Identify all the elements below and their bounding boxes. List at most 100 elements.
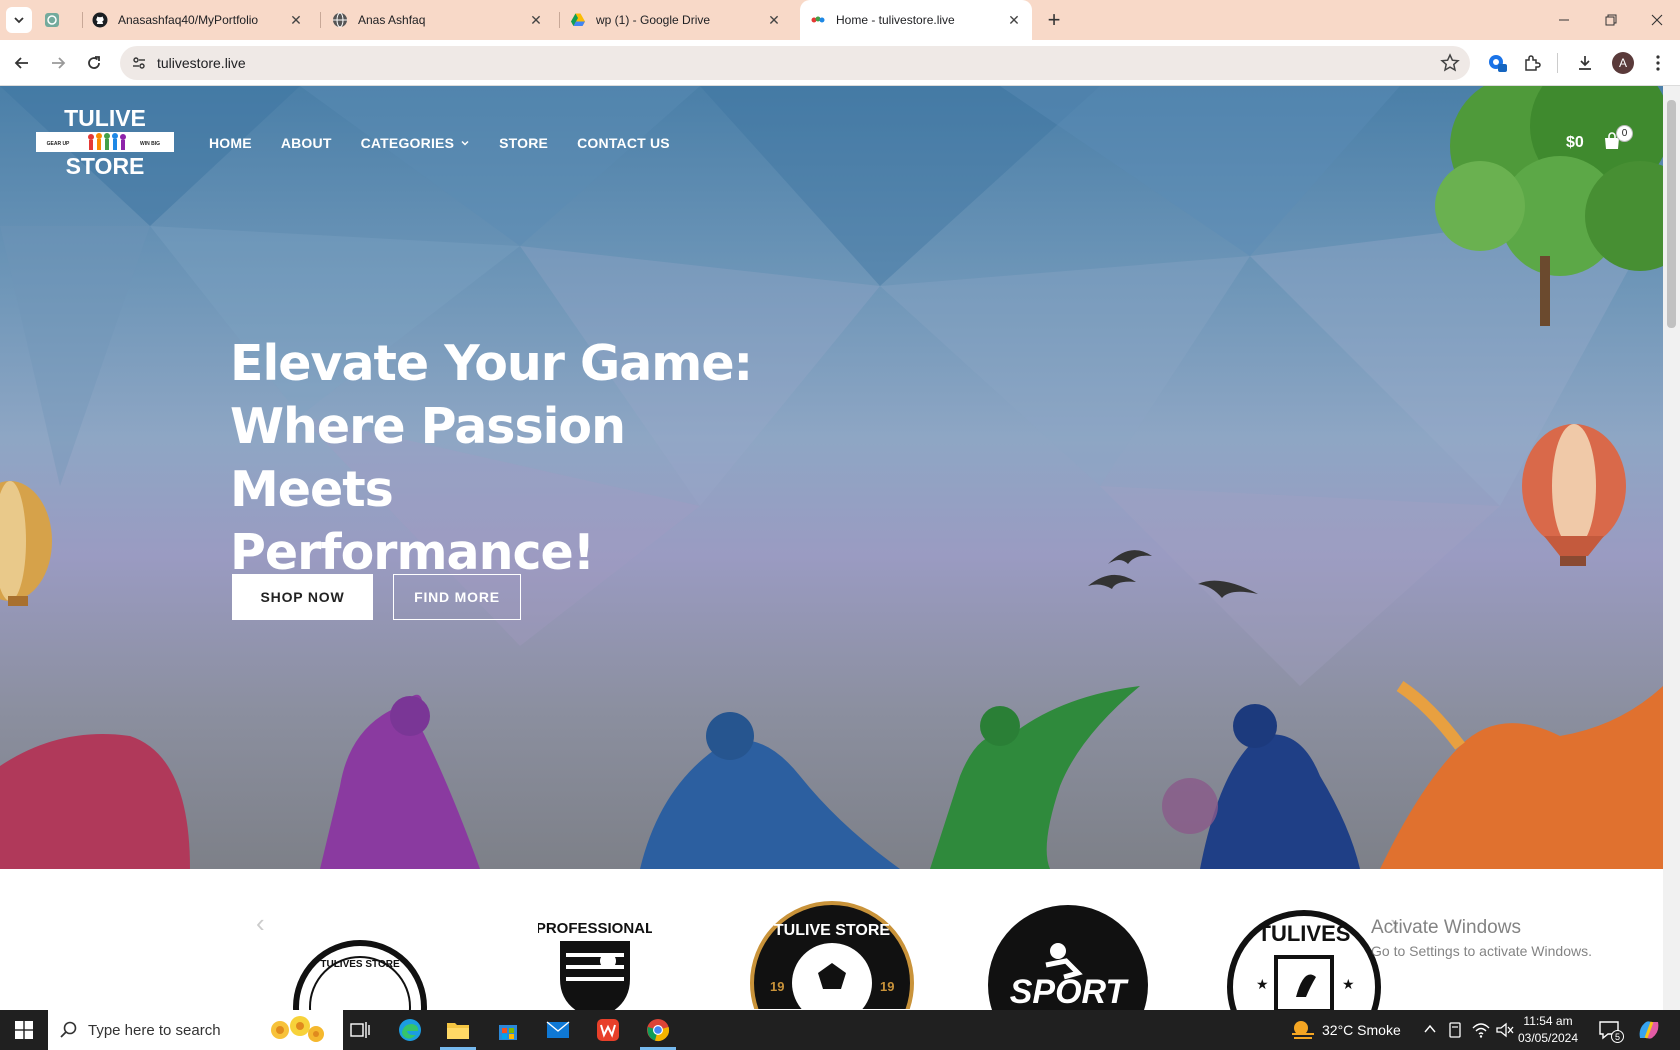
forward-button[interactable] — [44, 49, 72, 77]
copilot-taskbar-icon[interactable] — [1636, 1018, 1662, 1042]
nav-categories[interactable]: CATEGORIES — [361, 135, 471, 151]
find-more-button[interactable]: FIND MORE — [393, 574, 521, 620]
address-bar[interactable]: tulivestore.live — [120, 46, 1470, 80]
windows-logo-icon — [15, 1021, 33, 1039]
shop-now-button[interactable]: SHOP NOW — [232, 574, 373, 620]
taskbar-edge[interactable] — [386, 1010, 434, 1050]
clock-time: 11:54 am — [1523, 1014, 1573, 1028]
puzzle-icon — [1525, 55, 1541, 71]
logo-tag-right: WIN BIG — [140, 141, 160, 147]
extensions-button[interactable] — [1518, 49, 1546, 77]
taskbar-mail[interactable] — [534, 1010, 582, 1050]
close-tab-icon[interactable]: ✕ — [1006, 12, 1022, 28]
back-button[interactable] — [8, 49, 36, 77]
taskbar-search-box[interactable]: Type here to search — [48, 1010, 343, 1050]
new-tab-button[interactable]: + — [1042, 7, 1066, 32]
task-view-button[interactable] — [336, 1010, 384, 1050]
brand-logo-tulives-store[interactable]: TULIVES STORE — [292, 939, 428, 1010]
reload-button[interactable] — [80, 49, 108, 77]
cart-count-badge: 0 — [1616, 125, 1633, 142]
taskbar-chrome[interactable] — [634, 1010, 682, 1050]
logo-tag-left: GEAR UP — [47, 141, 70, 147]
tab-tulivestore[interactable]: Home - tulivestore.live ✕ — [800, 0, 1032, 40]
nav-home-label: HOME — [209, 135, 252, 151]
minimize-button[interactable] — [1541, 0, 1587, 40]
reload-icon — [88, 56, 100, 69]
close-tab-icon[interactable]: ✕ — [288, 12, 304, 28]
nav-contact-label: CONTACT US — [577, 135, 670, 151]
wps-office-icon — [597, 1019, 619, 1041]
browser-toolbar: tulivestore.live A — [0, 40, 1680, 86]
copilot-extension-button[interactable] — [1484, 49, 1512, 77]
close-window-button[interactable] — [1634, 0, 1680, 40]
tune-icon — [133, 57, 145, 69]
menu-button[interactable] — [1644, 49, 1672, 77]
tab-google-drive[interactable]: wp (1) - Google Drive ✕ — [570, 0, 792, 40]
store-bag-icon — [499, 1025, 517, 1040]
task-view-icon — [350, 1022, 370, 1038]
taskbar-store[interactable] — [484, 1010, 532, 1050]
browser-tab-strip: Anasashfaq40/MyPortfolio ✕ Anas Ashfaq ✕… — [0, 0, 1680, 40]
github-icon — [92, 12, 108, 28]
brand-logo-professional[interactable]: PROFESSIONAL — [538, 909, 652, 1010]
tab-title: Anasashfaq40/MyPortfolio — [118, 13, 259, 27]
downloads-button[interactable] — [1571, 49, 1599, 77]
tab-search-button[interactable] — [6, 7, 32, 33]
hero-title-line1: Elevate Your Game: — [230, 335, 753, 392]
restore-button[interactable] — [1588, 0, 1634, 40]
notification-center-button[interactable]: 5 — [1598, 1020, 1624, 1045]
activate-windows-title: Activate Windows — [1371, 917, 1521, 938]
restore-icon — [1605, 14, 1617, 26]
copilot-icon — [1489, 55, 1507, 72]
tab-github[interactable]: Anasashfaq40/MyPortfolio ✕ — [92, 0, 314, 40]
star-icon: ★ — [1256, 976, 1269, 992]
brand-logo-sport[interactable]: SPORT — [988, 905, 1148, 1010]
chevron-down-icon — [14, 17, 24, 24]
weather-text[interactable]: 32°C Smoke — [1322, 1022, 1401, 1038]
logo-text-top: TULIVE — [64, 105, 146, 131]
chevron-up-icon[interactable] — [1424, 1024, 1436, 1034]
cart-total[interactable]: $0 — [1566, 134, 1584, 152]
taskbar-file-explorer[interactable] — [434, 1010, 482, 1050]
nav-home[interactable]: HOME — [209, 135, 252, 151]
nav-store[interactable]: STORE — [499, 135, 548, 151]
tab-title: wp (1) - Google Drive — [596, 13, 711, 27]
download-icon — [1579, 56, 1591, 70]
arrow-right-icon — [52, 57, 66, 69]
bookmark-star-icon[interactable] — [1440, 53, 1460, 73]
tulive-store-logo[interactable]: TULIVE STORE GEAR UP WIN BIG — [36, 104, 174, 180]
device-icon[interactable] — [1448, 1022, 1462, 1038]
site-favicon — [811, 16, 825, 23]
windows-taskbar: Type here to search 32°C Smoke 11:54 am … — [0, 1010, 1680, 1050]
chatgpt-icon — [45, 13, 59, 27]
brand-logo-year-left: 19 — [770, 979, 784, 994]
activate-windows-subtitle: Go to Settings to activate Windows. — [1371, 943, 1592, 959]
tab-anas-ashfaq[interactable]: Anas Ashfaq ✕ — [332, 0, 554, 40]
nav-about[interactable]: ABOUT — [281, 135, 332, 151]
scrollbar-thumb[interactable] — [1667, 100, 1676, 328]
brand-logo-tulive-store-soccer[interactable]: TULIVE STORE 19 19 — [748, 899, 916, 1009]
taskbar-clock[interactable]: 11:54 am 03/05/2024 — [1510, 1013, 1586, 1047]
close-tab-icon[interactable]: ✕ — [528, 12, 544, 28]
taskbar-wps-office[interactable] — [584, 1010, 632, 1050]
brand-logo-tulives[interactable]: TULIVES ★ ★ — [1226, 907, 1382, 1010]
minimize-icon — [1559, 19, 1569, 21]
chrome-icon — [647, 1019, 670, 1042]
close-tab-icon[interactable]: ✕ — [766, 12, 782, 28]
profile-avatar[interactable]: A — [1612, 52, 1634, 74]
nav-contact-us[interactable]: CONTACT US — [577, 135, 670, 151]
brand-logo-text: PROFESSIONAL — [538, 920, 652, 937]
weather-haze-icon[interactable] — [1290, 1018, 1316, 1042]
wifi-icon[interactable] — [1472, 1022, 1490, 1038]
page-scrollbar[interactable] — [1663, 86, 1680, 1010]
nav-about-label: ABOUT — [280, 135, 332, 151]
brand-logo-text: TULIVES STORE — [320, 959, 400, 970]
main-navigation: HOME ABOUT CATEGORIES STORE CONTACT US — [209, 135, 670, 151]
site-info-button[interactable] — [128, 52, 150, 74]
start-button[interactable] — [0, 1010, 48, 1050]
tab-separator — [320, 12, 321, 28]
globe-icon — [333, 12, 347, 28]
carousel-prev-arrow[interactable]: ‹ — [256, 908, 265, 939]
tab-chatgpt[interactable] — [44, 0, 78, 40]
hero-title-line2: Where Passion Meets — [230, 398, 626, 518]
